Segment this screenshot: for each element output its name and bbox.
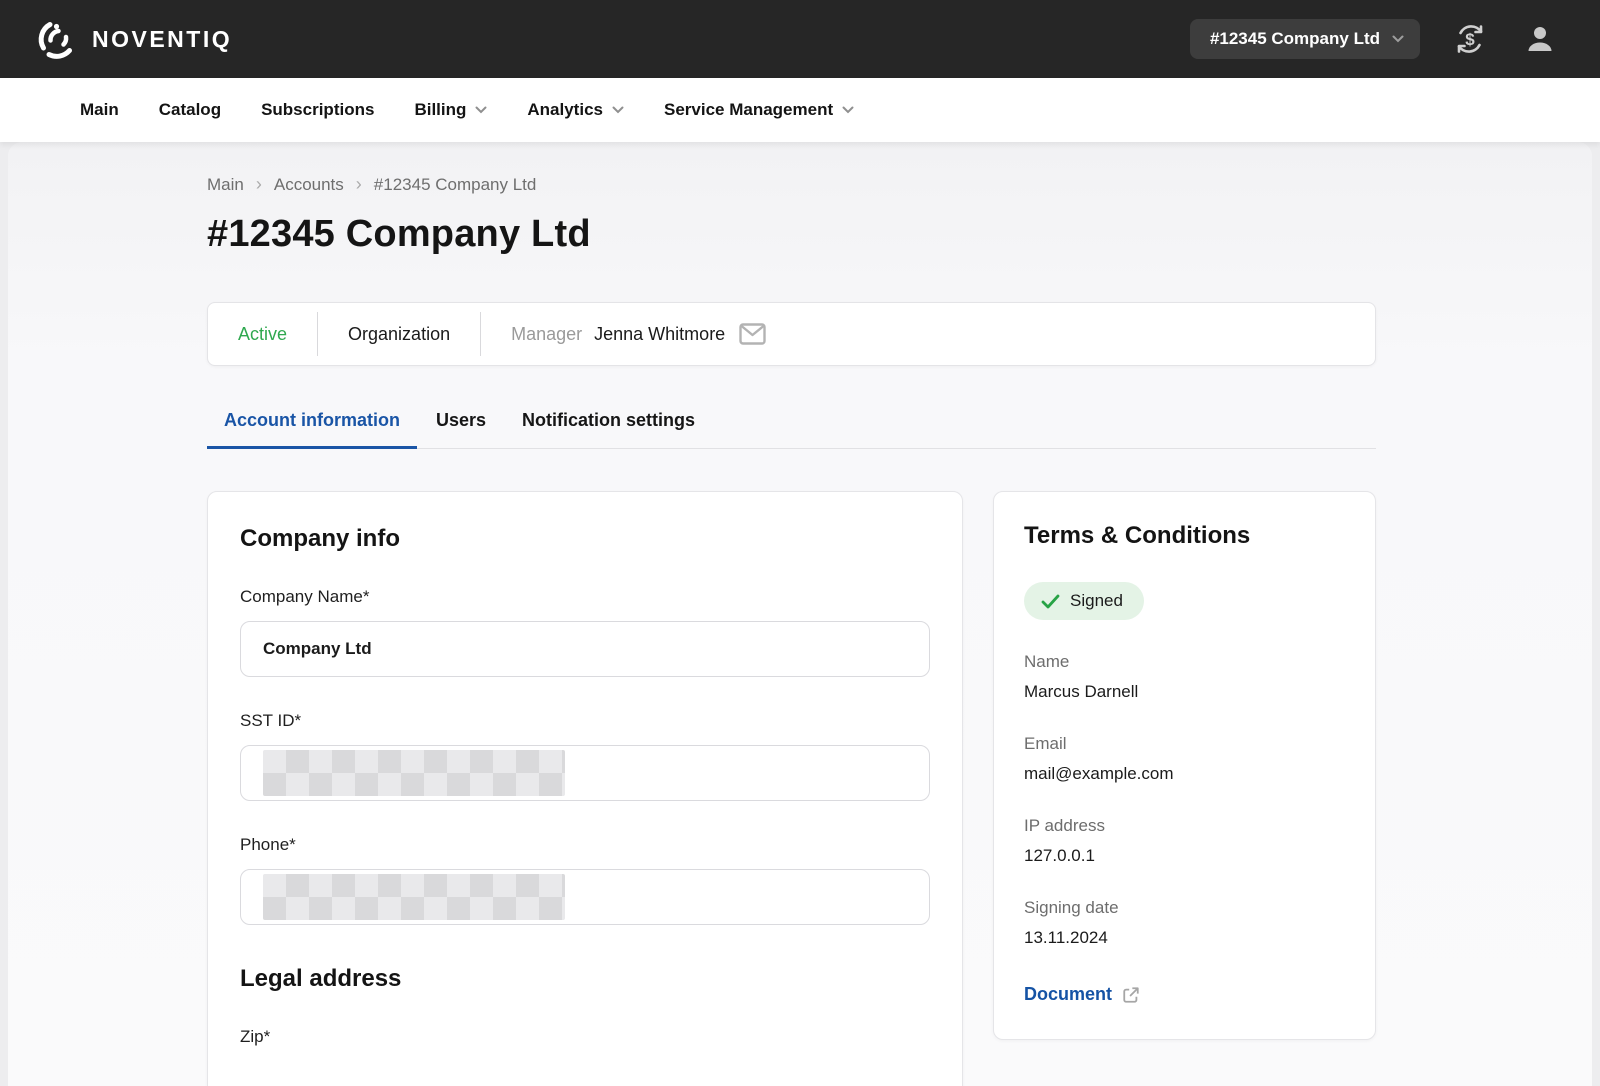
- ip-address-value: 127.0.0.1: [1024, 846, 1345, 866]
- topbar-actions: #12345 Company Ltd $: [1190, 19, 1560, 59]
- sst-id-label: SST ID*: [240, 711, 930, 731]
- user-icon: [1524, 23, 1556, 55]
- document-link-label: Document: [1024, 984, 1112, 1005]
- signing-date-label: Signing date: [1024, 898, 1345, 918]
- company-name-input[interactable]: Company Ltd: [240, 621, 930, 677]
- phone-label: Phone*: [240, 835, 930, 855]
- signed-label: Signed: [1070, 591, 1123, 611]
- nav-label: Service Management: [664, 100, 833, 120]
- external-link-icon: [1122, 986, 1140, 1004]
- currency-exchange-icon: $: [1452, 21, 1488, 57]
- manager-name: Jenna Whitmore: [594, 324, 725, 345]
- signer-email-value: mail@example.com: [1024, 764, 1345, 784]
- manager-email-button[interactable]: [739, 323, 766, 345]
- nav-label: Catalog: [159, 100, 221, 120]
- nav-item-billing[interactable]: Billing: [414, 100, 487, 120]
- account-type: Organization: [318, 324, 480, 345]
- nav-item-catalog[interactable]: Catalog: [159, 100, 221, 120]
- brand-name: NOVENTIQ: [92, 26, 232, 53]
- sst-id-input[interactable]: [240, 745, 930, 801]
- account-selector-dropdown[interactable]: #12345 Company Ltd: [1190, 19, 1420, 59]
- nav-label: Subscriptions: [261, 100, 374, 120]
- nav-label: Billing: [414, 100, 466, 120]
- nav-item-main[interactable]: Main: [80, 100, 119, 120]
- company-name-value: Company Ltd: [263, 639, 372, 659]
- breadcrumb-separator: ›: [256, 174, 262, 195]
- tab-bar: Account information Users Notification s…: [207, 398, 1376, 449]
- breadcrumb: Main › Accounts › #12345 Company Ltd: [207, 142, 1376, 195]
- legal-address-heading: Legal address: [240, 965, 930, 993]
- chevron-down-icon: [842, 106, 854, 114]
- breadcrumb-separator: ›: [356, 174, 362, 195]
- company-name-label: Company Name*: [240, 587, 930, 607]
- user-profile-button[interactable]: [1520, 19, 1560, 59]
- status-badge: Active: [208, 324, 317, 345]
- nav-item-subscriptions[interactable]: Subscriptions: [261, 100, 374, 120]
- chevron-down-icon: [475, 106, 487, 114]
- breadcrumb-main[interactable]: Main: [207, 175, 244, 195]
- content-panel: Main › Accounts › #12345 Company Ltd #12…: [8, 142, 1592, 1086]
- terms-conditions-card: Terms & Conditions Signed Name Marcus Da…: [993, 491, 1376, 1040]
- noventiq-logo-icon: [36, 17, 80, 61]
- signing-date-value: 13.11.2024: [1024, 928, 1345, 948]
- check-icon: [1041, 594, 1060, 609]
- breadcrumb-current: #12345 Company Ltd: [374, 175, 537, 195]
- account-selector-label: #12345 Company Ltd: [1210, 29, 1380, 49]
- nav-label: Analytics: [527, 100, 603, 120]
- document-link[interactable]: Document: [1024, 984, 1140, 1005]
- envelope-icon: [739, 323, 766, 345]
- redacted-value: [263, 750, 565, 796]
- top-bar: NOVENTIQ #12345 Company Ltd $: [0, 0, 1600, 78]
- zip-label: Zip*: [240, 1027, 930, 1047]
- signer-name-label: Name: [1024, 652, 1345, 672]
- company-info-heading: Company info: [240, 525, 930, 553]
- tab-users[interactable]: Users: [419, 398, 503, 448]
- brand-logo[interactable]: NOVENTIQ: [36, 17, 232, 61]
- tab-notification-settings[interactable]: Notification settings: [505, 398, 712, 448]
- ip-address-label: IP address: [1024, 816, 1345, 836]
- manager-label: Manager: [511, 324, 582, 345]
- page-title: #12345 Company Ltd: [207, 213, 1376, 256]
- svg-text:$: $: [1465, 30, 1475, 49]
- chevron-down-icon: [612, 106, 624, 114]
- manager-info: Manager Jenna Whitmore: [481, 323, 796, 345]
- account-status-card: Active Organization Manager Jenna Whitmo…: [207, 302, 1376, 366]
- nav-item-service-management[interactable]: Service Management: [664, 100, 854, 120]
- phone-input[interactable]: [240, 869, 930, 925]
- company-info-card: Company info Company Name* Company Ltd S…: [207, 491, 963, 1086]
- breadcrumb-accounts[interactable]: Accounts: [274, 175, 344, 195]
- terms-heading: Terms & Conditions: [1024, 522, 1345, 550]
- nav-item-analytics[interactable]: Analytics: [527, 100, 624, 120]
- signer-name-value: Marcus Darnell: [1024, 682, 1345, 702]
- chevron-down-icon: [1392, 35, 1404, 43]
- currency-exchange-button[interactable]: $: [1450, 19, 1490, 59]
- redacted-value: [263, 874, 565, 920]
- tab-account-information[interactable]: Account information: [207, 398, 417, 448]
- signed-status-badge: Signed: [1024, 582, 1144, 620]
- nav-label: Main: [80, 100, 119, 120]
- signer-email-label: Email: [1024, 734, 1345, 754]
- main-nav: Main Catalog Subscriptions Billing Analy…: [0, 78, 1600, 142]
